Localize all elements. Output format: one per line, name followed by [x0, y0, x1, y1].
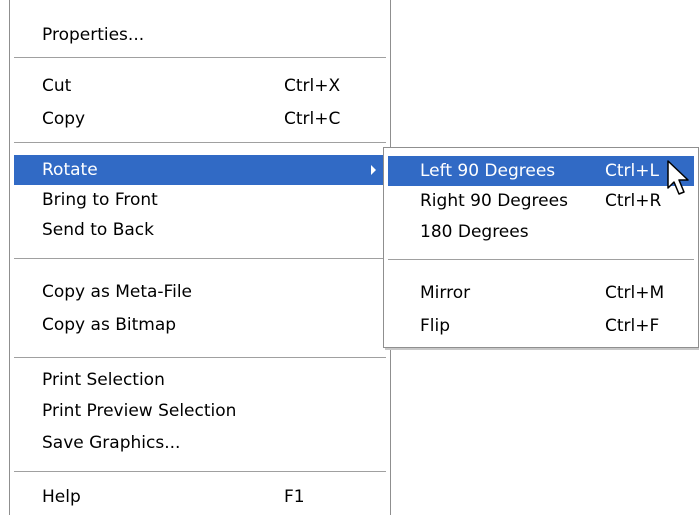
menu-item-label: Flip — [420, 316, 451, 336]
menu-item-save-graphics[interactable]: Save Graphics... — [14, 428, 386, 458]
menu-item-shortcut: Ctrl+M — [605, 283, 665, 303]
menu-item-label: Send to Back — [42, 220, 154, 240]
submenu-item-right-90-degrees[interactable]: Right 90 Degrees Ctrl+R — [388, 186, 694, 216]
menu-item-label: Rotate — [42, 160, 98, 180]
menu-separator — [14, 471, 386, 472]
menu-item-rotate[interactable]: Rotate — [14, 155, 386, 185]
menu-item-label: Bring to Front — [42, 190, 158, 210]
submenu-arrow-icon — [371, 165, 376, 175]
submenu-item-180-degrees[interactable]: 180 Degrees — [388, 217, 694, 247]
menu-item-copy[interactable]: Copy Ctrl+C — [14, 104, 386, 134]
menu-item-copy-as-bitmap[interactable]: Copy as Bitmap — [14, 310, 386, 340]
menu-item-print-preview-selection[interactable]: Print Preview Selection — [14, 396, 386, 426]
menu-item-send-to-back[interactable]: Send to Back — [14, 215, 386, 245]
menu-item-label: Copy — [42, 109, 86, 129]
menu-item-shortcut: Ctrl+R — [605, 191, 662, 211]
menu-item-shortcut: F1 — [284, 487, 305, 507]
menu-separator — [14, 57, 386, 58]
context-menu: Properties... Cut Ctrl+X Copy Ctrl+C Rot… — [9, 0, 391, 515]
menu-item-shortcut: Ctrl+L — [605, 161, 659, 181]
menu-separator — [14, 258, 386, 259]
menu-item-copy-as-meta-file[interactable]: Copy as Meta-File — [14, 277, 386, 307]
menu-item-shortcut: Ctrl+F — [605, 316, 660, 336]
mouse-pointer-icon — [667, 160, 689, 195]
menu-item-label: Cut — [42, 76, 72, 96]
submenu-item-flip[interactable]: Flip Ctrl+F — [388, 311, 694, 341]
menu-item-shortcut: Ctrl+X — [284, 76, 341, 96]
menu-separator — [388, 259, 694, 260]
menu-separator — [14, 142, 386, 143]
submenu-item-left-90-degrees[interactable]: Left 90 Degrees Ctrl+L — [388, 156, 694, 186]
menu-separator — [14, 357, 386, 358]
menu-item-label: Right 90 Degrees — [420, 191, 568, 211]
rotate-submenu: Left 90 Degrees Ctrl+L Right 90 Degrees … — [383, 147, 699, 348]
submenu-item-mirror[interactable]: Mirror Ctrl+M — [388, 278, 694, 308]
menu-item-cut[interactable]: Cut Ctrl+X — [14, 71, 386, 101]
menu-item-help[interactable]: Help F1 — [14, 482, 386, 512]
menu-item-label: Help — [42, 487, 81, 507]
menu-item-label: Print Preview Selection — [42, 401, 237, 421]
menu-item-print-selection[interactable]: Print Selection — [14, 365, 386, 395]
menu-item-label: Mirror — [420, 283, 471, 303]
menu-item-label: 180 Degrees — [420, 222, 529, 242]
menu-item-label: Save Graphics... — [42, 433, 181, 453]
menu-item-label: Copy as Bitmap — [42, 315, 177, 335]
menu-item-label: Copy as Meta-File — [42, 282, 192, 302]
menu-item-shortcut: Ctrl+C — [284, 109, 341, 129]
menu-item-label: Left 90 Degrees — [420, 161, 556, 181]
menu-item-bring-to-front[interactable]: Bring to Front — [14, 185, 386, 215]
menu-item-properties[interactable]: Properties... — [14, 20, 386, 50]
menu-item-label: Print Selection — [42, 370, 165, 390]
menu-item-label: Properties... — [42, 25, 145, 45]
